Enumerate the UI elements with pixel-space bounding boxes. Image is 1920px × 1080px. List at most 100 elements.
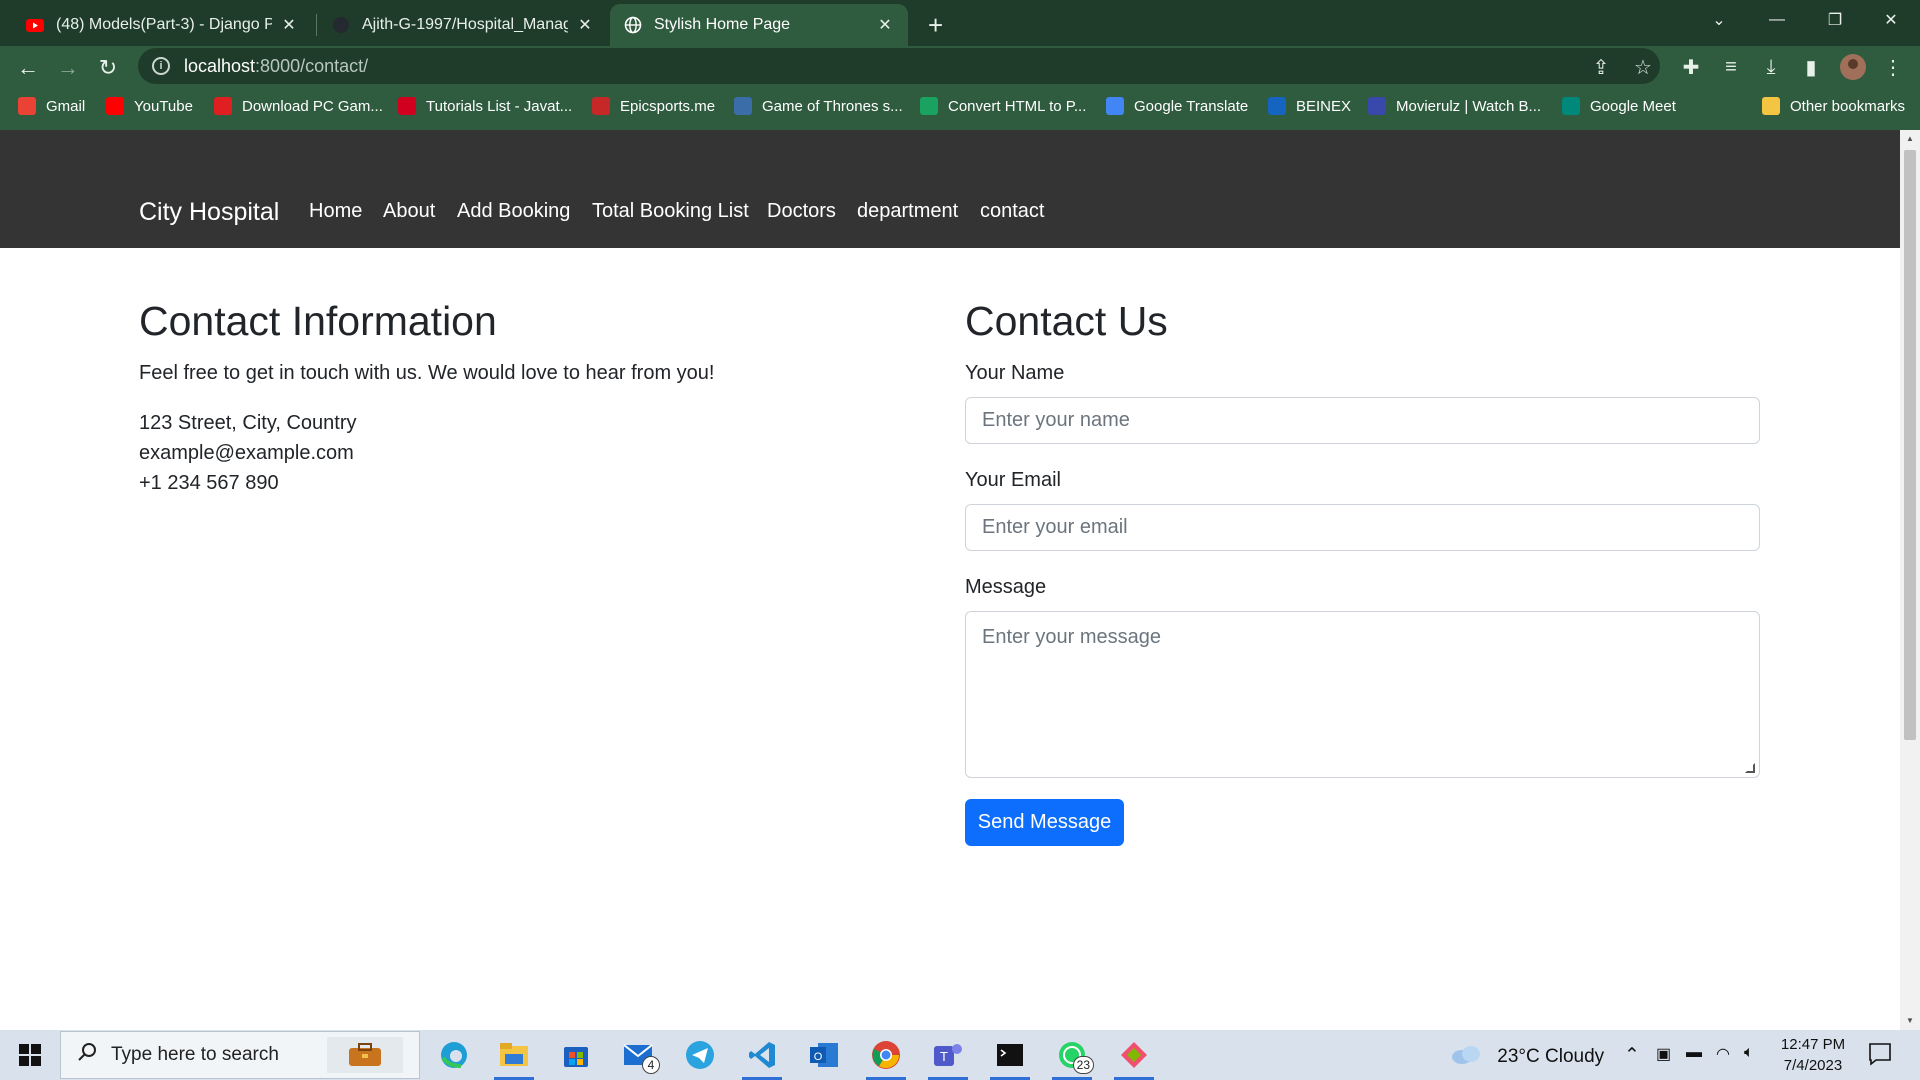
telegram-icon[interactable] [676, 1034, 724, 1076]
extensions-icon[interactable]: ✚ [1676, 52, 1706, 82]
tab-stylish-home-page[interactable]: Stylish Home Page ✕ [610, 4, 908, 46]
nav-add-booking[interactable]: Add Booking [457, 200, 570, 223]
scroll-up-icon[interactable]: ▲ [1905, 134, 1915, 144]
name-placeholder: Enter your name [982, 409, 1130, 431]
restore-icon[interactable]: ❐ [1806, 0, 1864, 40]
message-label: Message [965, 576, 1047, 598]
chrome-icon[interactable] [862, 1034, 910, 1080]
wifi-icon[interactable]: ◠ [1716, 1044, 1730, 1064]
mail-icon[interactable]: 4 [614, 1034, 662, 1076]
close-icon[interactable]: ✕ [576, 15, 594, 35]
page-viewport: City Hospital Home About Add Booking Tot… [0, 130, 1900, 1030]
nav-about[interactable]: About [383, 200, 435, 223]
teams-icon[interactable]: T [924, 1034, 972, 1080]
scroll-down-icon[interactable]: ▼ [1905, 1016, 1915, 1026]
outlook-icon[interactable]: O [800, 1034, 848, 1076]
bookmark-google-meet[interactable]: Google Meet [1562, 94, 1676, 118]
nav-doctors[interactable]: Doctors [767, 200, 836, 223]
whatsapp-badge: 23 [1072, 1056, 1094, 1074]
site-info-icon[interactable]: i [152, 57, 170, 75]
share-icon[interactable]: ⇪ [1586, 52, 1616, 82]
notification-icon[interactable] [1868, 1042, 1892, 1072]
chevron-up-icon[interactable]: ⌃ [1624, 1044, 1640, 1067]
youtube-icon [26, 16, 44, 34]
microsoft-store-icon[interactable] [552, 1034, 600, 1076]
meet-now-icon[interactable]: ▣ [1656, 1044, 1671, 1064]
email-label: Your Email [965, 469, 1061, 491]
bookmark-download-pc-gam[interactable]: Download PC Gam... [214, 94, 383, 118]
translate-icon [1106, 97, 1124, 115]
windows-start-icon[interactable] [0, 1030, 60, 1080]
reading-list-icon[interactable]: ≡ [1716, 52, 1746, 82]
git-tool-icon[interactable] [1110, 1034, 1158, 1080]
contact-phone: +1 234 567 890 [139, 472, 279, 494]
nav-total-booking-list[interactable]: Total Booking List [592, 200, 749, 223]
download-icon[interactable]: ⤓ [1756, 52, 1786, 82]
taskbar-clock[interactable]: 12:47 PM 7/4/2023 [1778, 1034, 1848, 1076]
avatar[interactable] [1838, 52, 1868, 82]
bookmark-label: BEINEX [1296, 97, 1352, 115]
bookmark-youtube[interactable]: YouTube [106, 94, 193, 118]
close-icon[interactable]: ✕ [876, 15, 894, 35]
bookmark-gmail[interactable]: Gmail [18, 94, 85, 118]
message-textarea[interactable]: Enter your message [965, 611, 1760, 778]
tab-title: (48) Models(Part-3) - Django Pyt [56, 16, 272, 33]
tab-title: Ajith-G-1997/Hospital_Managem [362, 16, 568, 33]
bookmark-beinex[interactable]: BEINEX [1268, 94, 1351, 118]
volume-icon[interactable]: 🔈︎ [1744, 1044, 1754, 1062]
bookmark-movierulz-watch-b[interactable]: Movierulz | Watch B... [1368, 94, 1541, 118]
new-tab-button[interactable]: + [918, 4, 958, 46]
svg-text:O: O [814, 1051, 823, 1063]
side-panel-icon[interactable]: ▮ [1796, 52, 1826, 82]
tab-search-icon[interactable]: ⌄ [1690, 0, 1748, 40]
clock-date: 7/4/2023 [1783, 1057, 1843, 1074]
tab-youtube[interactable]: (48) Models(Part-3) - Django Pyt ✕ [12, 4, 312, 46]
folder-icon [1762, 97, 1780, 115]
window-close-icon[interactable]: ✕ [1862, 0, 1920, 40]
vscode-icon[interactable] [738, 1034, 786, 1080]
game-icon [214, 97, 232, 115]
edge-icon[interactable] [430, 1034, 478, 1076]
battery-icon[interactable]: ▬ [1686, 1044, 1702, 1062]
brand-logo[interactable]: City Hospital [139, 198, 279, 227]
tab-title: Stylish Home Page [654, 16, 791, 33]
bookmark-tutorials-list-javat[interactable]: Tutorials List - Javat... [398, 94, 572, 118]
briefcase-icon [327, 1037, 403, 1073]
minimize-icon[interactable]: — [1748, 0, 1806, 40]
email-input[interactable]: Enter your email [965, 504, 1760, 551]
bookmark-label: Tutorials List - Javat... [426, 97, 573, 115]
nav-department[interactable]: department [857, 200, 958, 223]
resize-handle-icon[interactable] [1745, 763, 1755, 773]
bookmark-star-icon[interactable]: ☆ [1628, 52, 1658, 82]
whatsapp-icon[interactable]: 23 [1048, 1034, 1096, 1080]
file-explorer-icon[interactable] [490, 1034, 538, 1080]
taskbar-search-input[interactable]: Type here to search [60, 1031, 420, 1079]
back-icon[interactable]: ← [12, 52, 44, 84]
menu-icon[interactable]: ⋮ [1878, 52, 1908, 82]
nav-home[interactable]: Home [309, 200, 362, 223]
page-scrollbar[interactable]: ▲ ▼ [1900, 130, 1920, 1030]
bookmark-label: Google Meet [1590, 97, 1676, 115]
cloud-icon [1450, 1044, 1482, 1070]
bookmark-convert-html-to-p[interactable]: Convert HTML to P... [920, 94, 1086, 118]
bookmark-game-of-thrones-s[interactable]: Game of Thrones s... [734, 94, 903, 118]
name-input[interactable]: Enter your name [965, 397, 1760, 444]
bookmark-label: Convert HTML to P... [948, 97, 1087, 115]
send-message-button[interactable]: Send Message [965, 799, 1124, 846]
address-bar[interactable]: i localhost:8000/contact/ [138, 48, 1660, 84]
site-navbar: City Hospital Home About Add Booking Tot… [0, 130, 1900, 248]
bookmark-label: Epicsports.me [620, 97, 716, 115]
other-bookmarks[interactable]: Other bookmarks [1762, 94, 1905, 118]
clock-time: 12:47 PM [1780, 1036, 1846, 1053]
reload-icon[interactable]: ↻ [92, 52, 124, 84]
bookmark-epicsports-me[interactable]: Epicsports.me [592, 94, 715, 118]
bookmark-label: Google Translate [1134, 97, 1249, 115]
forward-icon[interactable]: → [52, 52, 84, 84]
scrollbar-thumb[interactable] [1904, 150, 1916, 740]
terminal-icon[interactable] [986, 1034, 1034, 1080]
nav-contact[interactable]: contact [980, 200, 1044, 223]
bookmark-google-translate[interactable]: Google Translate [1106, 94, 1248, 118]
tab-github[interactable]: Ajith-G-1997/Hospital_Managem ✕ [318, 4, 608, 46]
close-icon[interactable]: ✕ [280, 15, 298, 35]
weather-widget[interactable]: 23°C Cloudy [1450, 1044, 1604, 1070]
